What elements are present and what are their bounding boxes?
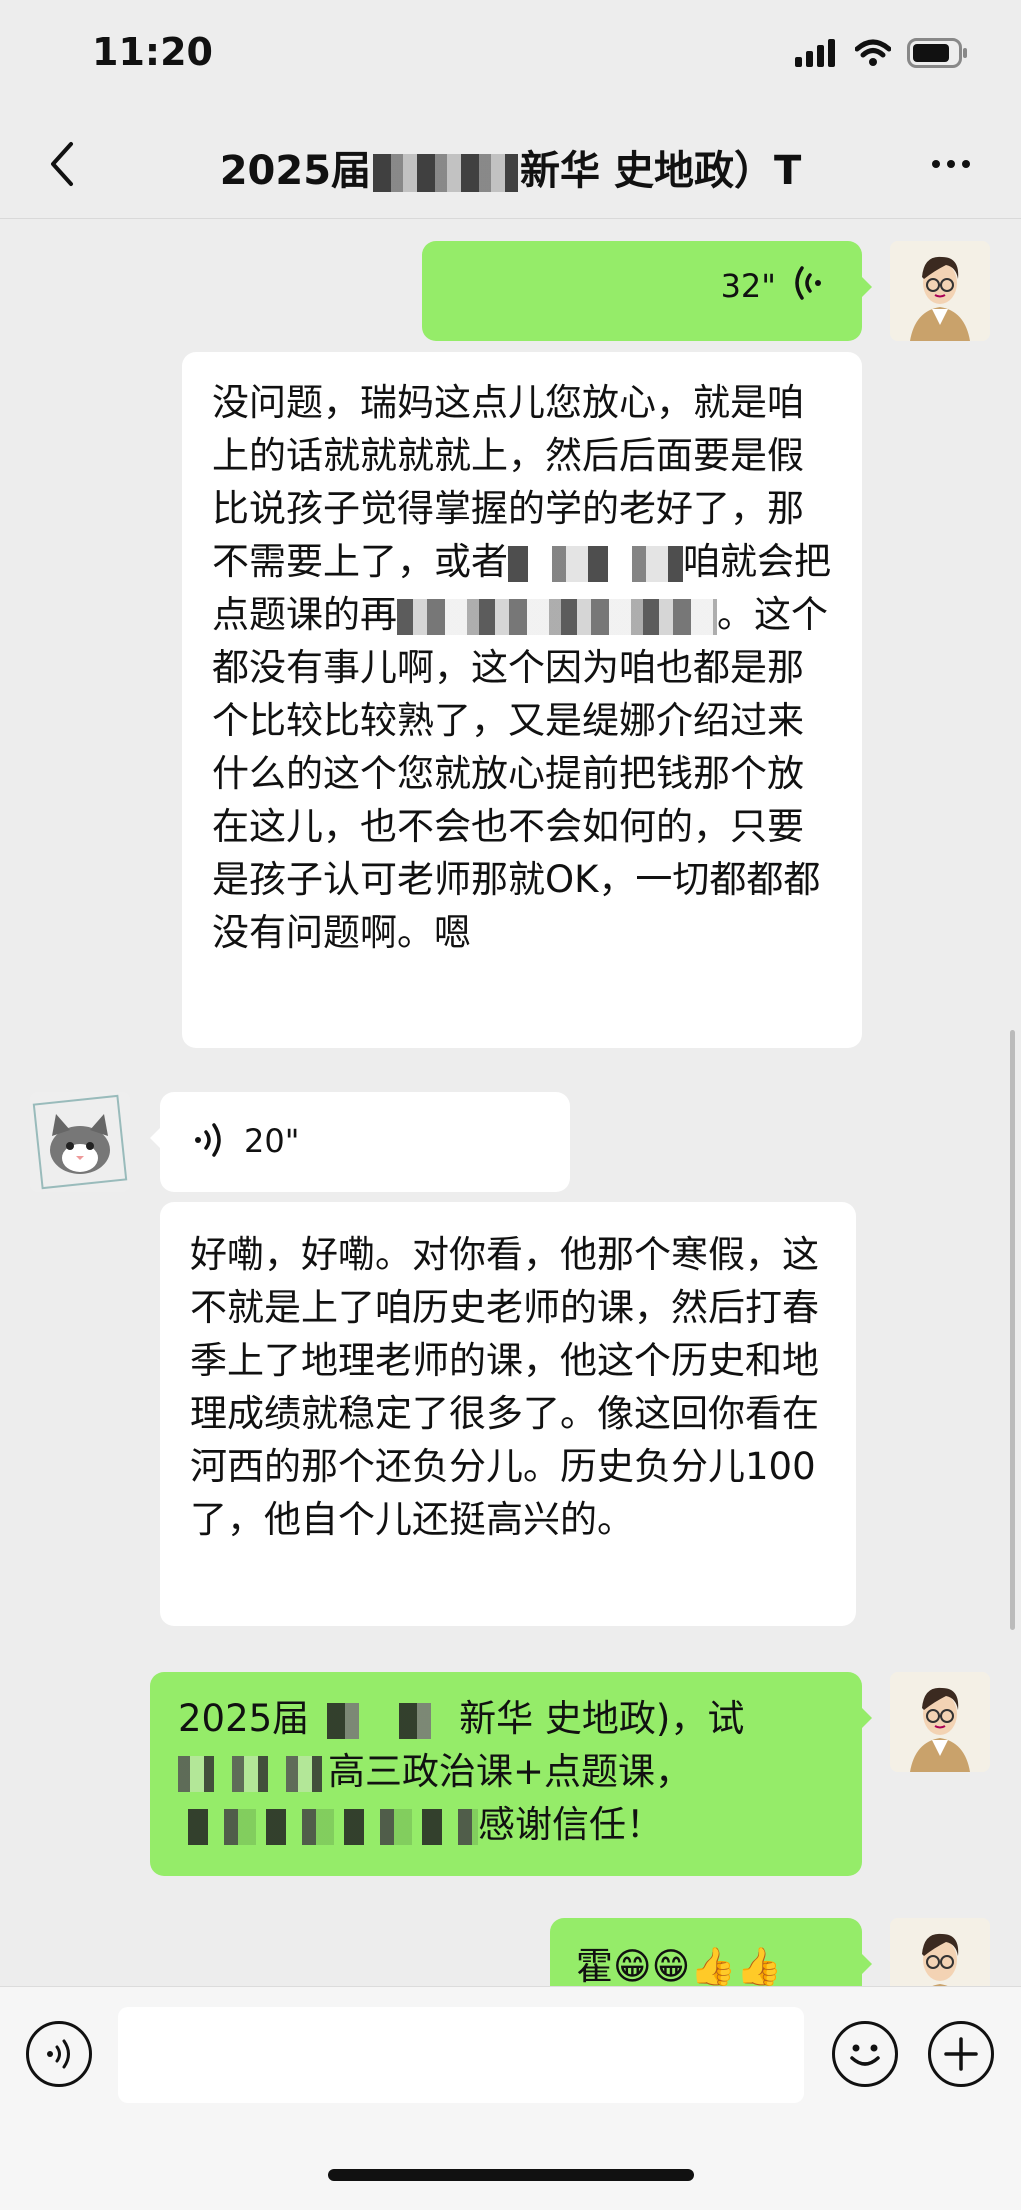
message-text: 好嘞，好嘞。对你看，他那个寒假，这不就是上了咱历史老师的课，然后打春季上了地理老… xyxy=(190,1233,819,1541)
voice-wave-icon xyxy=(795,266,821,300)
bubble-tail xyxy=(860,1706,884,1730)
more-functions-button[interactable] xyxy=(928,2021,994,2087)
voice-duration: 20" xyxy=(244,1122,300,1160)
avatar-cartoon-man-icon xyxy=(890,241,990,341)
signal-icon xyxy=(795,39,835,67)
message-text-part: 高三政治课+点题课， xyxy=(328,1750,693,1793)
avatar-cartoon-man-icon xyxy=(890,1672,990,1772)
voice-duration: 32" xyxy=(720,267,776,305)
my-avatar[interactable] xyxy=(890,1672,990,1772)
scrollbar[interactable] xyxy=(1010,1030,1015,1630)
message-text: 2025届 新华 史地政)，试 高三政治课+点题课， 感谢信任！ xyxy=(178,1692,834,1851)
message-text-part: 感谢信任！ xyxy=(478,1803,663,1846)
emoji-button[interactable] xyxy=(832,2021,898,2087)
bubble-tail xyxy=(138,1126,162,1150)
message-input[interactable] xyxy=(118,2007,804,2103)
redacted-mosaic xyxy=(178,1755,328,1792)
contact-avatar[interactable] xyxy=(30,1092,130,1192)
incoming-voice-message[interactable]: 20" xyxy=(150,1092,570,1192)
emoji-icon xyxy=(850,2044,880,2066)
redacted-mosaic xyxy=(309,1702,460,1739)
voice-toggle-icon xyxy=(47,2039,70,2069)
message-text-part: 2025届 xyxy=(178,1697,310,1740)
battery-icon xyxy=(907,38,967,68)
redacted-mosaic xyxy=(373,154,519,192)
input-bar xyxy=(0,1986,1021,2210)
more-button[interactable] xyxy=(921,144,981,184)
incoming-text-message[interactable]: 好嘞，好嘞。对你看，他那个寒假，这不就是上了咱历史老师的课，然后打春季上了地理老… xyxy=(160,1202,856,1626)
outgoing-voice-message[interactable]: 32" xyxy=(422,241,872,341)
message-line: 感谢信任！ xyxy=(178,1798,834,1851)
status-bar: 11:20 xyxy=(0,0,1021,110)
message-text-part: 。这个都没有事儿啊，这个因为咱也都是那个比较比较熟了，又是缇娜介绍过来什么的这个… xyxy=(212,593,828,954)
more-icon xyxy=(932,160,940,168)
message-line: 高三政治课+点题课， xyxy=(178,1745,834,1798)
message-text: 没问题，瑞妈这点儿您放心，就是咱上的话就就就就上，然后后面要是假比说孩子觉得掌握… xyxy=(212,376,832,959)
chat-title-suffix: 新华 史地政）T xyxy=(520,148,802,194)
more-icon-dot xyxy=(947,160,955,168)
voice-wave-icon xyxy=(195,1123,221,1157)
my-avatar[interactable] xyxy=(890,241,990,341)
plus-icon xyxy=(944,2037,978,2071)
message-text-part: 新华 史地政)，试 xyxy=(459,1697,745,1740)
outgoing-text-message[interactable]: 2025届 新华 史地政)，试 高三政治课+点题课， 感谢信任！ xyxy=(150,1672,872,1876)
wifi-icon xyxy=(855,39,891,66)
chat-title: 2025届 新华 史地政）T xyxy=(0,138,1021,196)
home-indicator[interactable] xyxy=(328,2169,694,2181)
redacted-mosaic xyxy=(397,598,717,635)
status-time: 11:20 xyxy=(92,30,213,74)
voice-input-toggle[interactable] xyxy=(26,2021,92,2087)
status-icons xyxy=(795,38,969,68)
chat-title-prefix: 2025届 xyxy=(219,148,372,194)
redacted-mosaic xyxy=(178,1808,478,1845)
bubble-tail xyxy=(860,275,884,299)
bubble-tail xyxy=(860,1952,884,1976)
redacted-mosaic xyxy=(508,545,683,582)
message-line: 2025届 新华 史地政)，试 xyxy=(178,1692,834,1745)
chat-header: 2025届 新华 史地政）T xyxy=(0,110,1021,219)
avatar-cat-icon xyxy=(30,1092,130,1192)
outgoing-text-message[interactable]: 没问题，瑞妈这点儿您放心，就是咱上的话就就就就上，然后后面要是假比说孩子觉得掌握… xyxy=(182,352,862,1048)
more-icon-dot xyxy=(962,160,970,168)
